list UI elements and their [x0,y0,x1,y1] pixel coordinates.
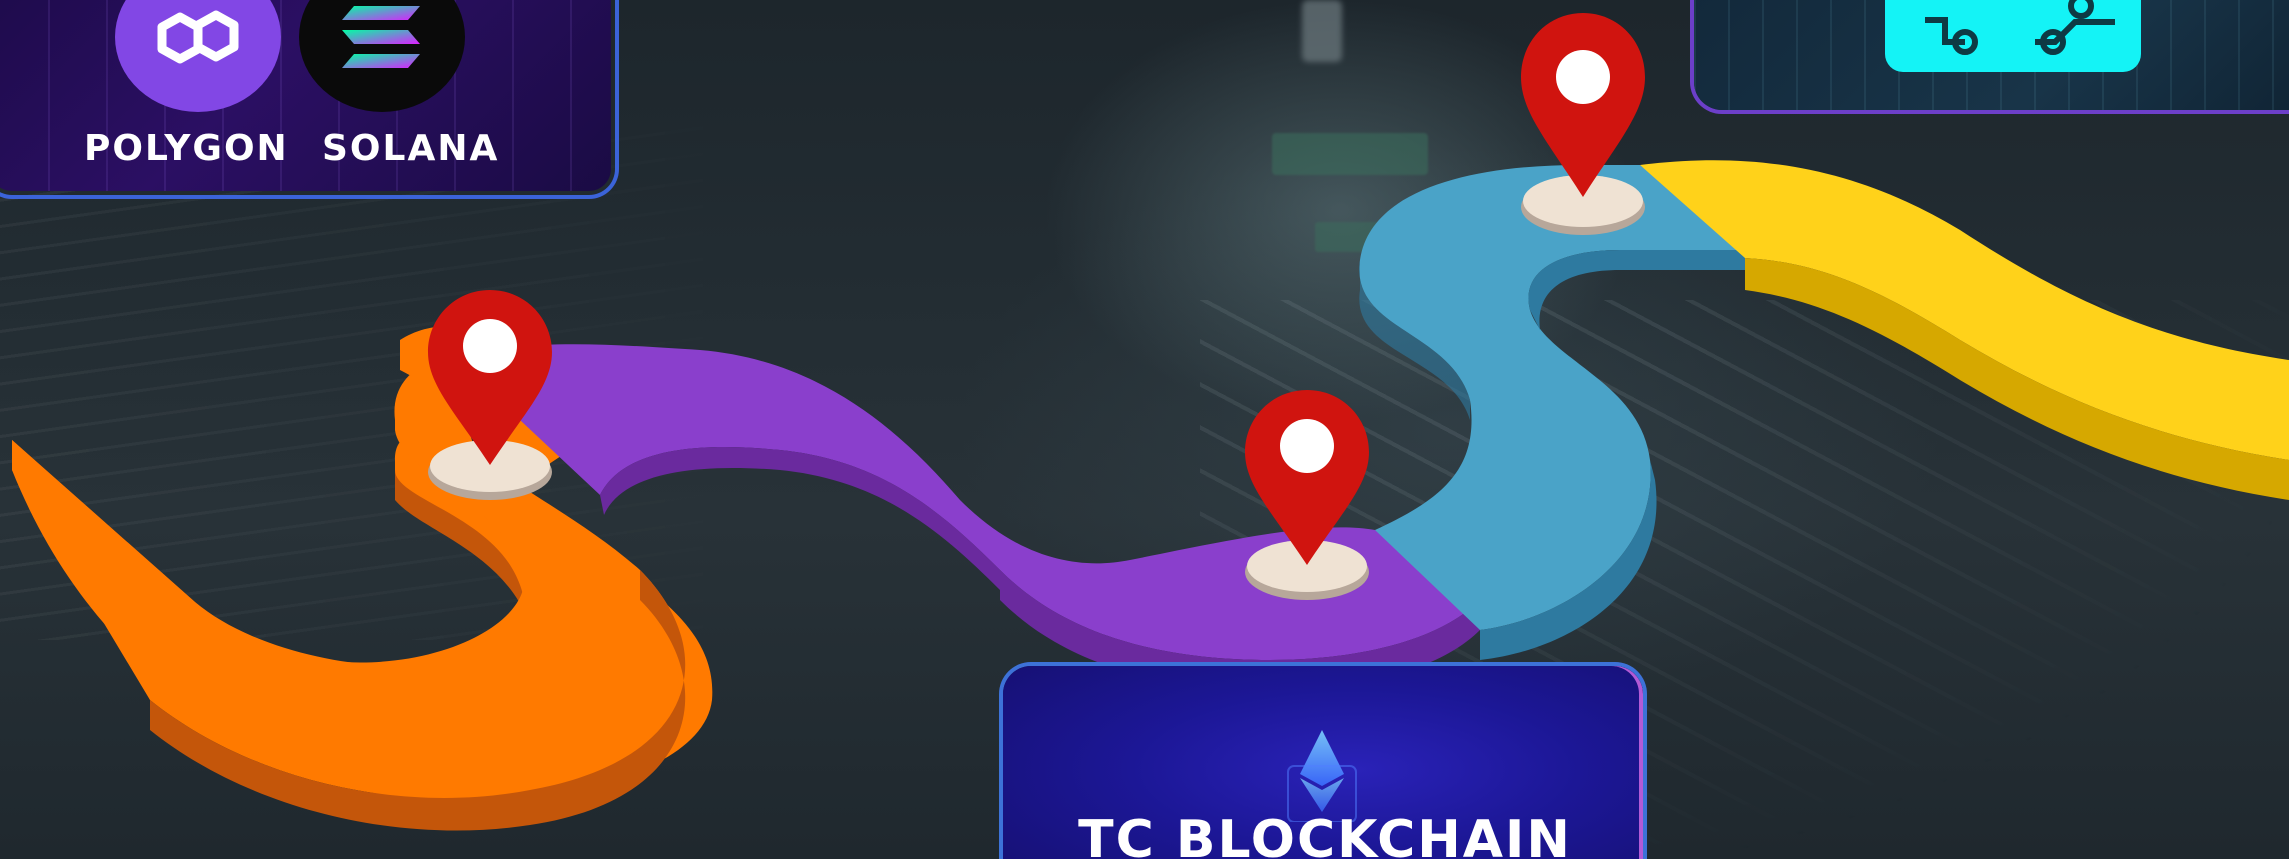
map-pin-icon [1245,390,1369,600]
circuit-chip-icon [1885,0,2141,72]
chain-label-polygon: POLYGON [84,128,289,169]
ethereum-icon [1287,730,1357,822]
tc-blockchain-title: TC BLOCKCHAIN [1078,810,1572,859]
map-pin-icon [428,290,552,500]
roadmap-scene: POLYGON SOLANA TC BLOCKCHAIN [0,0,2289,859]
road-segment-yellow [1640,160,2289,460]
chain-label-solana: SOLANA [322,128,500,169]
map-pin-icon [1521,13,1645,235]
